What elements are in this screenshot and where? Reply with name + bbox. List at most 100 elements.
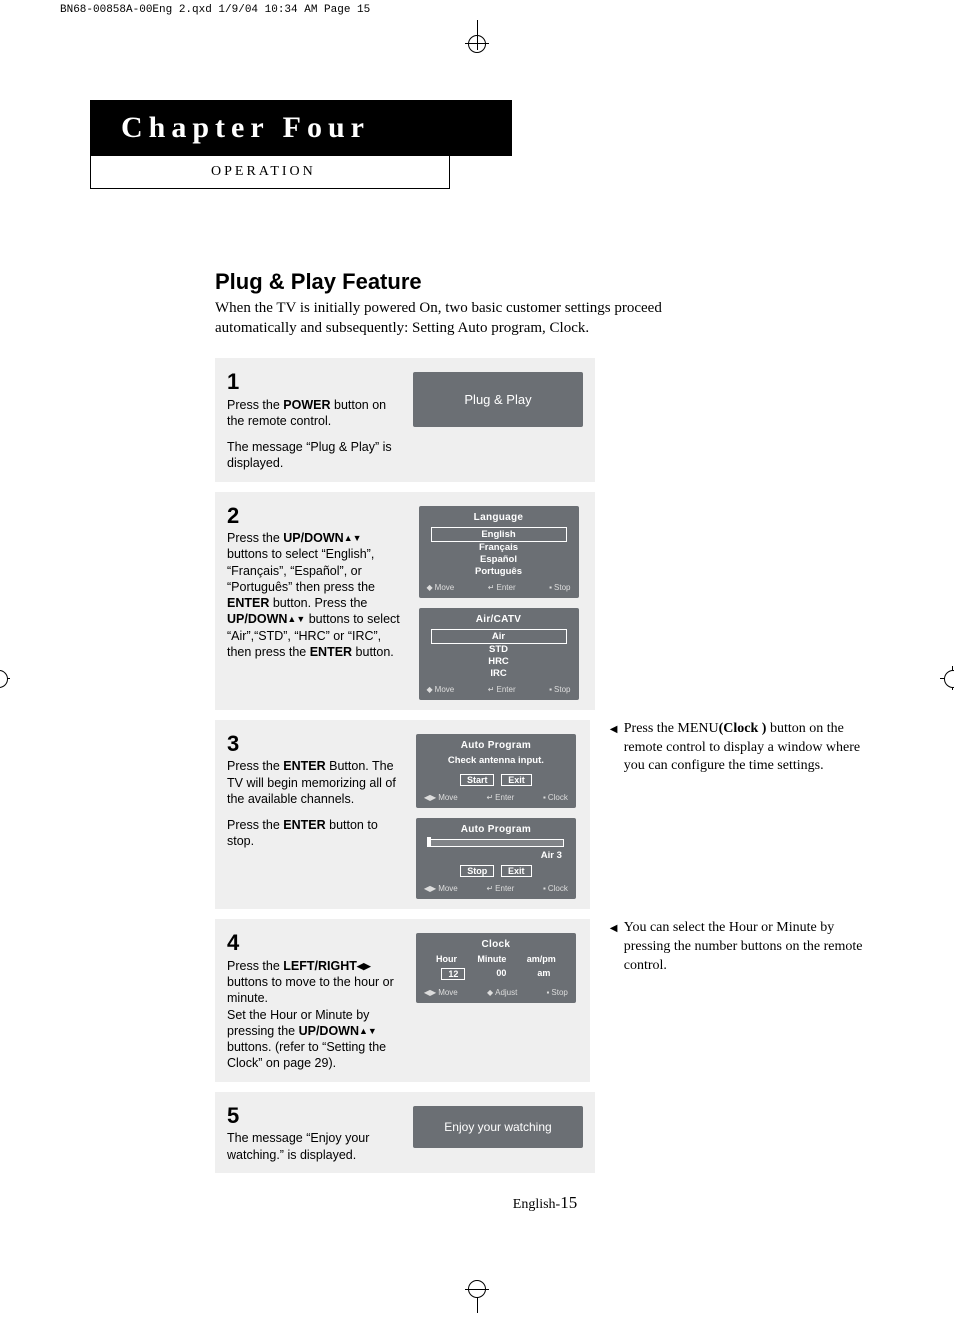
- osd-btn: Stop: [460, 865, 494, 877]
- osd-autoprogram-check: Auto Program Check antenna input. Start …: [416, 734, 576, 808]
- val: 12: [441, 968, 465, 980]
- f: ▪ Stop: [549, 583, 570, 592]
- osd-aircatv: Air/CATV Air STD HRC IRC ◆ Move ↵ Enter …: [419, 608, 579, 700]
- f: ◀▶ Move: [424, 988, 458, 997]
- osd-clock: Clock Hour Minute am/pm 12 00 am ◀▶ M: [416, 933, 576, 1003]
- prepress-header: BN68-00858A-00Eng 2.qxd 1/9/04 10:34 AM …: [0, 0, 954, 20]
- val: 00: [496, 968, 506, 980]
- osd-title: Clock: [420, 939, 572, 950]
- feature-intro: When the TV is initially powered On, two…: [215, 299, 725, 338]
- content-column: Plug & Play Feature When the TV is initi…: [215, 269, 875, 1213]
- step-1: 1 Press the POWER button on the remote c…: [215, 358, 595, 482]
- osd-item: Español: [423, 554, 575, 566]
- footer-lang: English-: [513, 1197, 560, 1212]
- step-4-screens: Clock Hour Minute am/pm 12 00 am ◀▶ M: [414, 929, 578, 1071]
- step-1-screens: Plug & Play: [413, 368, 583, 472]
- step-1-text: 1 Press the POWER button on the remote c…: [227, 368, 401, 472]
- f: ▪ Stop: [547, 988, 568, 997]
- f: ↵ Enter: [488, 583, 516, 592]
- osd-item: IRC: [423, 668, 575, 680]
- f: ▪ Clock: [543, 884, 568, 893]
- step-5-screens: Enjoy your watching: [413, 1102, 583, 1163]
- osd-language: Language English Français Español Portug…: [419, 506, 579, 598]
- step-3-screens: Auto Program Check antenna input. Start …: [414, 730, 578, 900]
- f: ◆ Move: [427, 685, 455, 694]
- step-5: 5 The message “Enjoy your watching.” is …: [215, 1092, 595, 1173]
- f: ◀▶ Move: [424, 884, 458, 893]
- osd-item: STD: [423, 644, 575, 656]
- t: UP/DOWN▲▼: [283, 531, 361, 545]
- step-5-text: 5 The message “Enjoy your watching.” is …: [227, 1102, 401, 1163]
- t: ENTER: [283, 818, 325, 832]
- step-4-text: 4 Press the LEFT/RIGHT◀▶ buttons to move…: [227, 929, 402, 1071]
- osd-progress: [428, 839, 564, 847]
- osd-title: Language: [423, 512, 575, 523]
- col: Minute: [477, 954, 506, 964]
- t: The message “Enjoy your watching.” is di…: [227, 1131, 369, 1161]
- step-1-row: 1 Press the POWER button on the remote c…: [215, 358, 875, 492]
- osd-item: Français: [423, 542, 575, 554]
- t: Press the: [227, 398, 283, 412]
- f: ↵ Enter: [486, 793, 514, 802]
- t: button. Press the: [269, 596, 367, 610]
- chapter-title: Chapter Four: [90, 100, 512, 156]
- step-2-number: 2: [227, 502, 402, 531]
- osd-btn: Start: [460, 774, 495, 786]
- page-body: Chapter Four OPERATION Plug & Play Featu…: [0, 60, 954, 1253]
- step-3-row: 3 Press the ENTER Button. The TV will be…: [215, 720, 875, 920]
- side-note-hour-minute: You can select the Hour or Minute by pre…: [610, 919, 875, 976]
- osd-enjoy: Enjoy your watching: [413, 1106, 583, 1148]
- step-2: 2 Press the UP/DOWN▲▼ buttons to select …: [215, 492, 595, 710]
- f: ◆ Move: [427, 583, 455, 592]
- step-3: 3 Press the ENTER Button. The TV will be…: [215, 720, 590, 910]
- osd-btn: Exit: [501, 865, 532, 877]
- side-note-menu-clock: Press the MENU(Clock ) button on the rem…: [610, 720, 875, 777]
- t: Press the: [227, 818, 283, 832]
- step-3-text: 3 Press the ENTER Button. The TV will be…: [227, 730, 402, 900]
- f: ◀▶ Move: [424, 793, 458, 802]
- step-5-row: 5 The message “Enjoy your watching.” is …: [215, 1092, 875, 1183]
- t: button.: [352, 645, 394, 659]
- t: The message “Plug & Play” is displayed.: [227, 440, 392, 470]
- t: Press the: [227, 959, 283, 973]
- t: ENTER: [283, 759, 325, 773]
- f: ▪ Stop: [549, 685, 570, 694]
- osd-title: Auto Program: [420, 824, 572, 835]
- crop-mark-top: [0, 20, 954, 60]
- t: buttons. (refer to “Setting the Clock” o…: [227, 1040, 386, 1070]
- t: LEFT/RIGHT◀▶: [283, 959, 370, 973]
- step-2-screens: Language English Français Español Portug…: [414, 502, 583, 700]
- t: ENTER: [310, 645, 352, 659]
- step-4-number: 4: [227, 929, 402, 958]
- osd-plug-and-play: Plug & Play: [413, 372, 583, 427]
- step-2-row: 2 Press the UP/DOWN▲▼ buttons to select …: [215, 492, 875, 720]
- osd-selected: Air: [431, 629, 567, 644]
- t: buttons to select “English”, “Français”,…: [227, 547, 375, 594]
- t: UP/DOWN▲▼: [227, 612, 305, 626]
- crop-mark-bottom: [0, 1253, 954, 1313]
- step-2-text: 2 Press the UP/DOWN▲▼ buttons to select …: [227, 502, 402, 700]
- osd-btn: Exit: [501, 774, 532, 786]
- step-4: 4 Press the LEFT/RIGHT◀▶ buttons to move…: [215, 919, 590, 1081]
- t: UP/DOWN▲▼: [299, 1024, 377, 1038]
- osd-title: Auto Program: [420, 740, 572, 751]
- step-3-number: 3: [227, 730, 402, 759]
- step-5-number: 5: [227, 1102, 401, 1131]
- osd-item: HRC: [423, 656, 575, 668]
- t: Press the: [227, 759, 283, 773]
- f: ↵ Enter: [488, 685, 516, 694]
- osd-title: Air/CATV: [423, 614, 575, 625]
- f: ▪ Clock: [543, 793, 568, 802]
- t: Press the: [227, 531, 283, 545]
- osd-autoprogram-scan: Auto Program Air 3 Stop Exit ◀▶ Move ↵ E…: [416, 818, 576, 899]
- val: am: [537, 968, 550, 980]
- step-4-row: 4 Press the LEFT/RIGHT◀▶ buttons to move…: [215, 919, 875, 1091]
- power-label: POWER: [283, 398, 330, 412]
- footer-page-number: 15: [560, 1193, 577, 1212]
- col: Hour: [436, 954, 457, 964]
- page-footer: English-15: [215, 1193, 875, 1213]
- osd-msg: Check antenna input.: [420, 755, 572, 767]
- f: ◆ Adjust: [487, 988, 517, 997]
- f: ↵ Enter: [486, 884, 514, 893]
- t: ENTER: [227, 596, 269, 610]
